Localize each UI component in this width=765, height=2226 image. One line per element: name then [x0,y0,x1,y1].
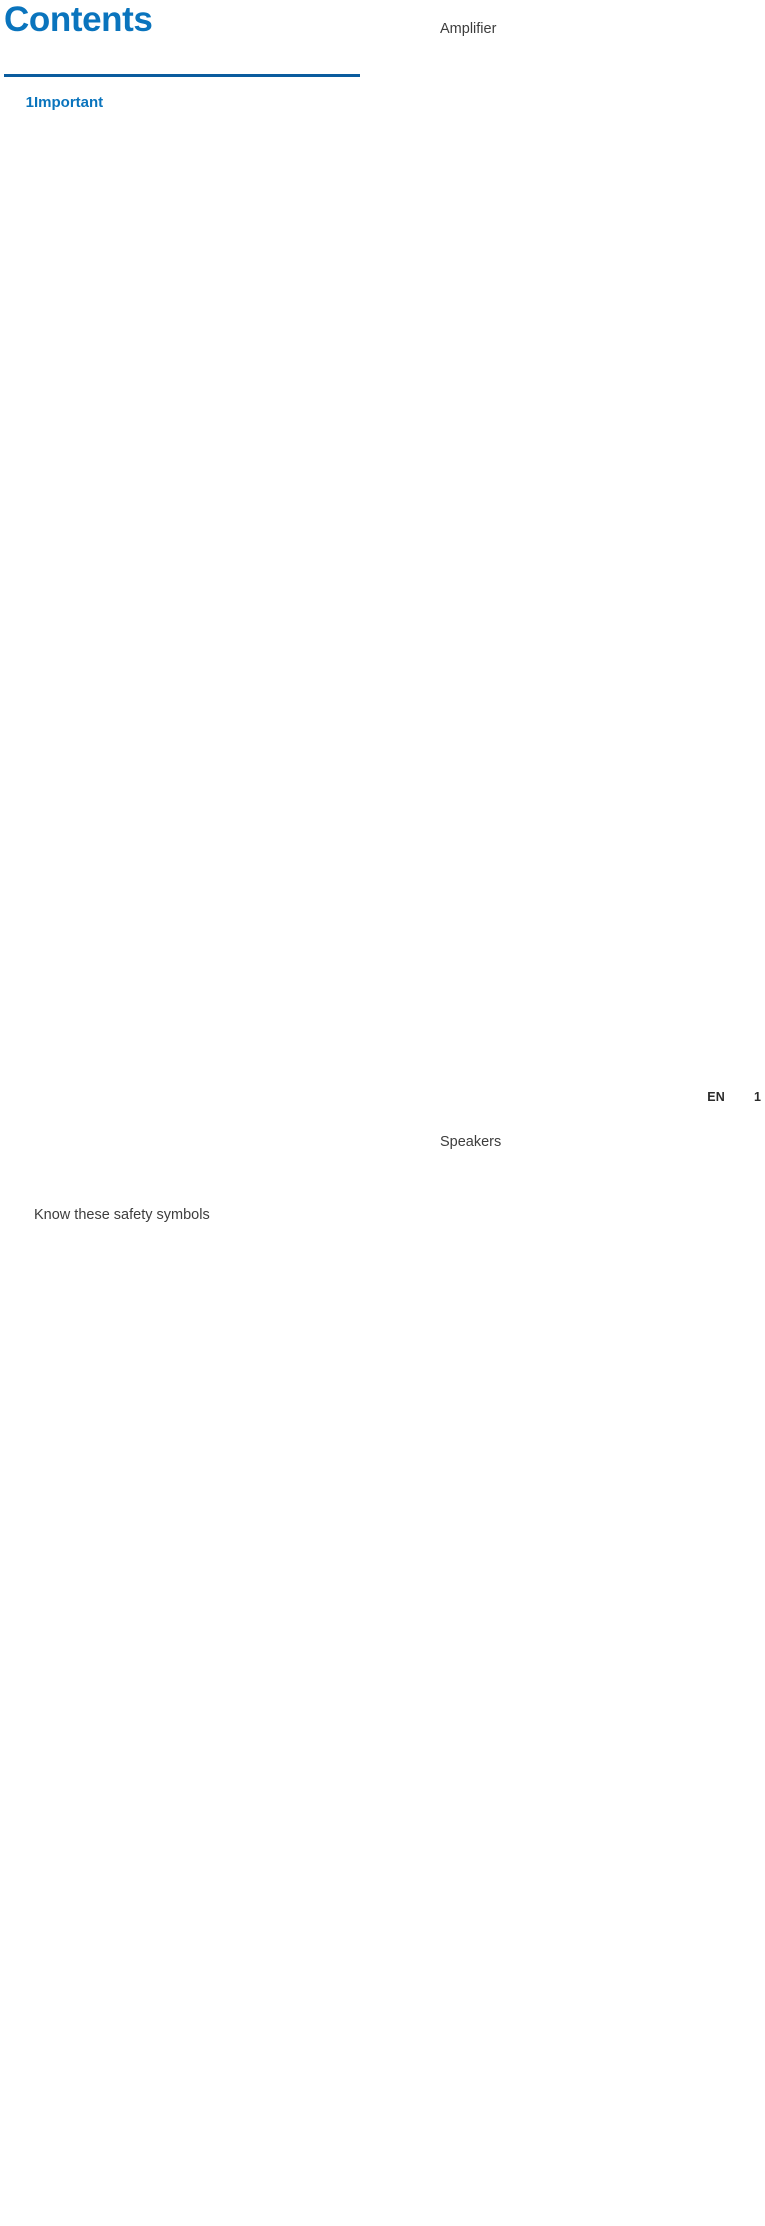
toc-page: Contents 1Important2Know these safety sy… [0,0,765,1223]
toc-continued-items: Amplifier12Speakers12 [410,18,765,2226]
toc-subentry[interactable]: Speakers12 [440,1131,765,2226]
toc-column-left: 1Important2Know these safety symbols2 Imp… [4,0,360,2226]
footer-page-number: 1 [754,1090,761,1104]
section-spacer-top [4,77,360,91]
toc-section: 1Important2Know these safety symbols2 Imp… [4,74,360,2226]
toc-subentry-label: Amplifier [440,21,497,37]
toc-subentry-page: 12 [501,1131,765,2226]
toc-subentry-label: Speakers [440,1134,502,1150]
toc-subentry-page: 12 [496,18,765,1131]
toc-subentry[interactable]: Amplifier12 [440,18,765,1131]
footer-language: EN [707,1090,725,1104]
page-footer: EN 1 [0,1084,765,1104]
toc-section-number: 1 [25,94,34,111]
toc-section-entry[interactable]: 1Important2 [4,91,360,1204]
toc-subentry-label: Know these safety symbols [34,1207,210,1223]
toc-section-label: Important [34,94,104,111]
toc-column-right: Amplifier12Speakers1210Troubleshooting13… [410,0,765,2226]
toc-subentry[interactable]: Know these safety symbols2 [34,1204,360,2226]
